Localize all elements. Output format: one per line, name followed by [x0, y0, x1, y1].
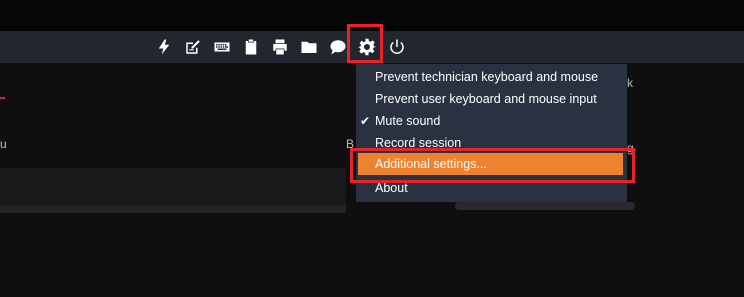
power-icon[interactable]	[386, 36, 408, 58]
menu-item-label: Prevent technician keyboard and mouse	[375, 70, 599, 84]
background-text-fragment: u	[0, 137, 7, 151]
menu-item-label: About	[375, 181, 408, 195]
lightning-icon[interactable]	[153, 36, 175, 58]
background-panel-strip	[0, 205, 346, 213]
background-bar	[455, 202, 635, 210]
folder-icon[interactable]	[298, 36, 320, 58]
clipboard-icon[interactable]	[240, 36, 262, 58]
menu-item-label: Mute sound	[375, 114, 441, 128]
menu-item-prevent-user-input[interactable]: Prevent user keyboard and mouse input	[356, 88, 627, 110]
edit-note-icon[interactable]	[182, 36, 204, 58]
menu-item-label: Prevent user keyboard and mouse input	[375, 92, 597, 106]
background-accent-line	[0, 97, 5, 99]
keyboard-icon[interactable]	[211, 36, 233, 58]
additional-settings-highlight-annotation	[350, 148, 635, 183]
printer-icon[interactable]	[269, 36, 291, 58]
check-icon: ✔	[360, 114, 371, 128]
background-text-fragment: k	[627, 76, 633, 90]
gear-highlight-annotation	[347, 24, 383, 63]
chat-icon[interactable]	[327, 36, 349, 58]
menu-item-mute-sound[interactable]: ✔ Mute sound	[356, 110, 627, 132]
menu-item-prevent-technician-input[interactable]: Prevent technician keyboard and mouse	[356, 66, 627, 88]
